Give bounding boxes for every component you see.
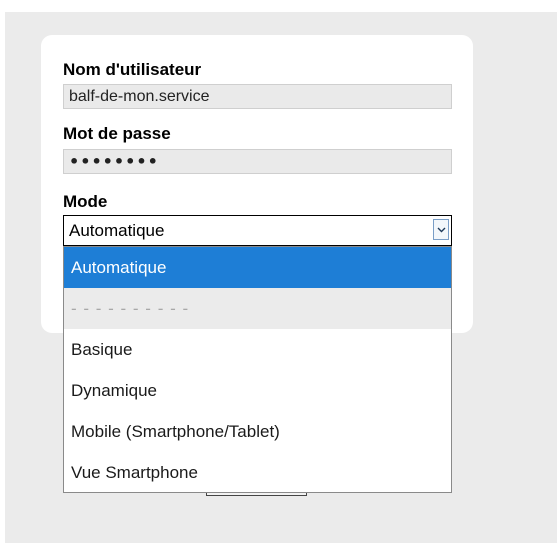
mode-label: Mode: [63, 192, 108, 211]
password-field[interactable]: ••••••••: [63, 149, 452, 174]
mode-option-mobile[interactable]: Mobile (Smartphone/Tablet): [64, 411, 451, 452]
password-label: Mot de passe: [63, 124, 171, 143]
mode-option-separator: - - - - - - - - - -: [64, 288, 451, 329]
mode-option-vue-smartphone[interactable]: Vue Smartphone: [64, 452, 451, 493]
mode-option-automatique[interactable]: Automatique: [64, 247, 451, 288]
username-label: Nom d'utilisateur: [63, 60, 202, 79]
mode-select-value: Automatique: [69, 221, 165, 240]
mode-option-basique[interactable]: Basique: [64, 329, 451, 370]
mode-option-dynamique[interactable]: Dynamique: [64, 370, 451, 411]
mode-dropdown-list: Automatique - - - - - - - - - - Basique …: [63, 246, 452, 493]
mode-select[interactable]: Automatique: [63, 215, 452, 246]
chevron-down-icon[interactable]: [433, 219, 449, 240]
username-field[interactable]: balf-de-mon.service: [63, 84, 452, 109]
